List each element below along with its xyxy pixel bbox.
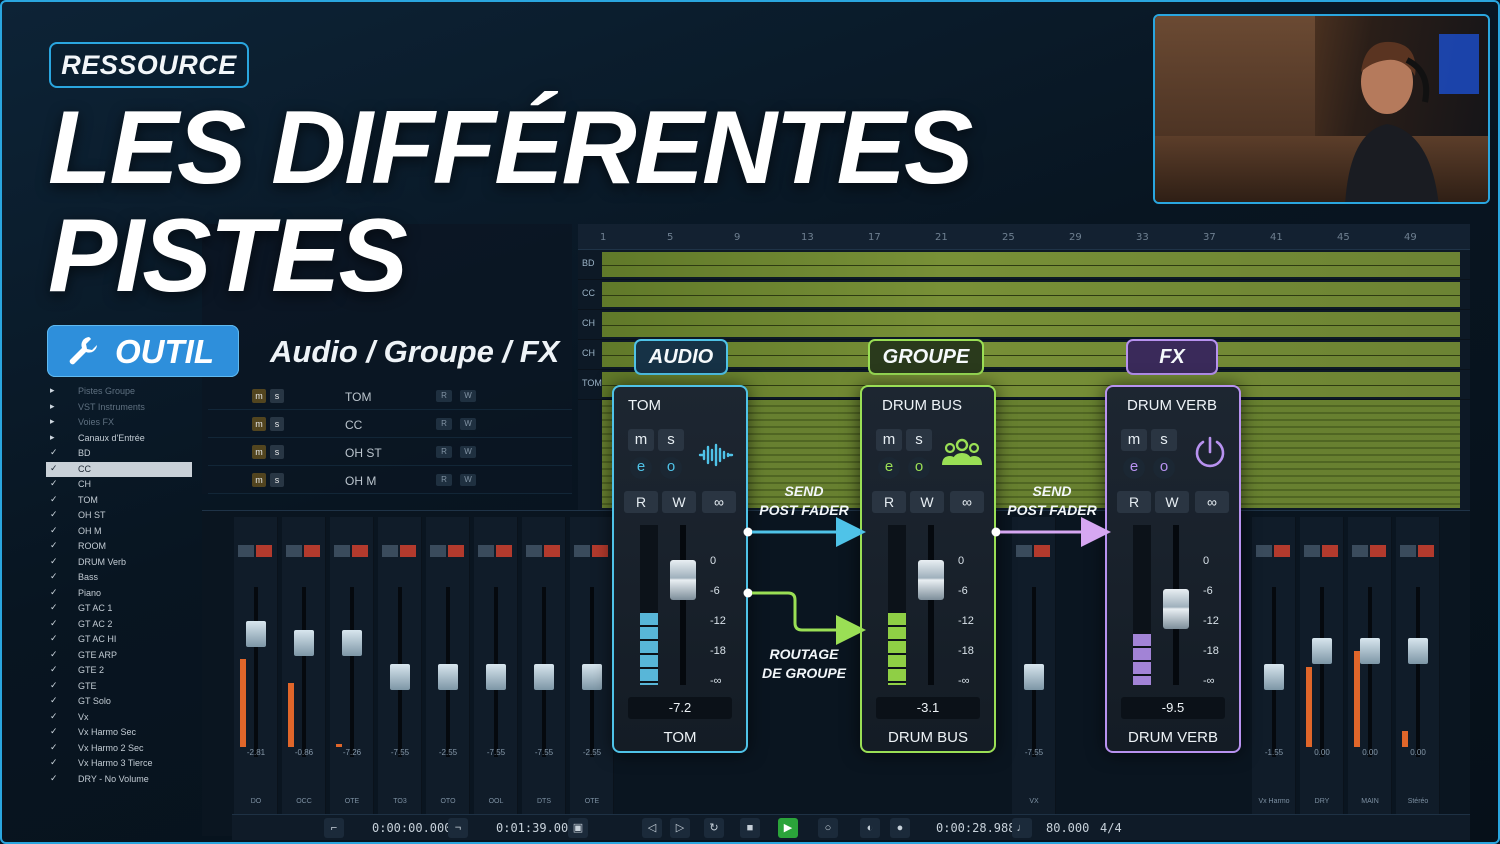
send-arrow-audio-to-group: [743, 517, 866, 547]
send-post-fader-label-2: SEND POST FADER: [1007, 483, 1097, 518]
thumbnail-frame: m s TOM R Wm s CC R Wm s OH ST R Wm s OH MRW 1 5 9 13 17 21…: [0, 0, 1500, 844]
routing-arrows: [743, 517, 1111, 645]
group-routing-arrow: [743, 588, 866, 645]
send-post-fader-label-1: SEND POST FADER: [759, 483, 849, 518]
group-routing-label: ROUTAGE DE GROUPE: [761, 646, 846, 681]
send-arrow-group-to-fx: [991, 517, 1111, 547]
